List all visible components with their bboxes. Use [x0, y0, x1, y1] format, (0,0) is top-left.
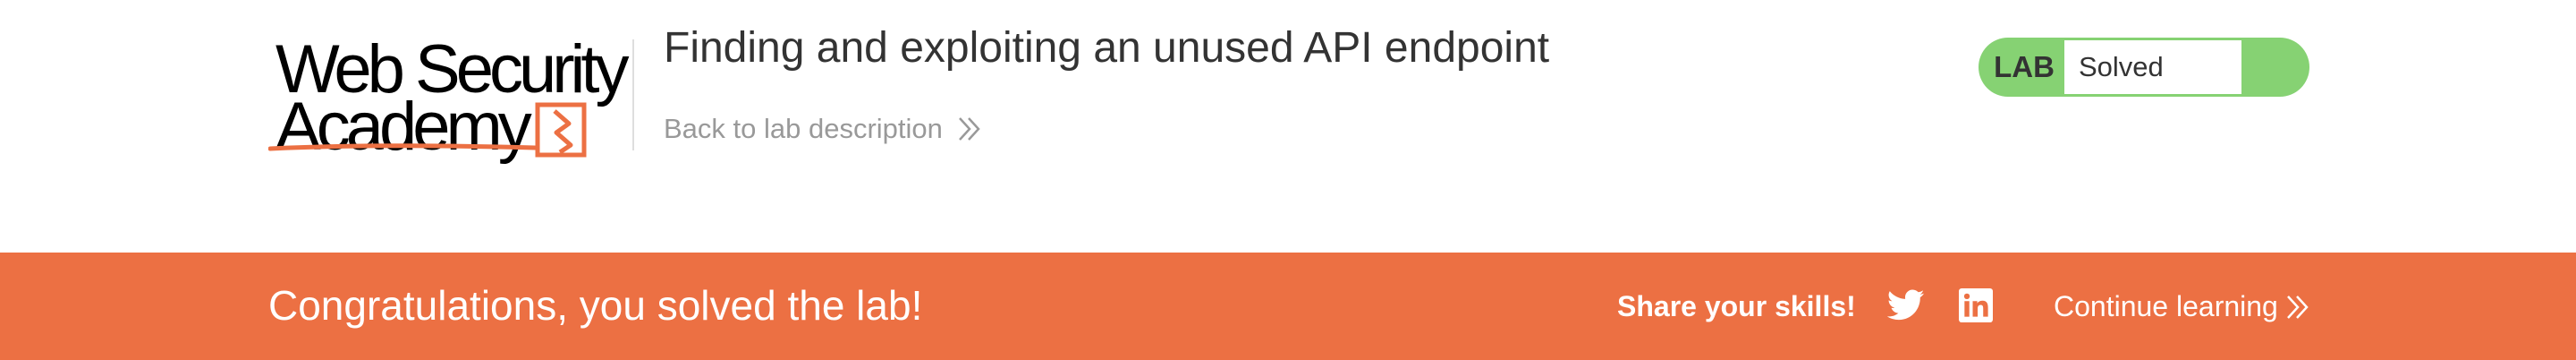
congratulations-message: Congratulations, you solved the lab!: [268, 282, 923, 329]
solved-banner: Congratulations, you solved the lab! Sha…: [0, 253, 2576, 360]
web-security-academy-logo[interactable]: Web Security Academy: [268, 36, 635, 170]
continue-learning-label: Continue learning: [2054, 290, 2278, 322]
logo-mark-icon: [535, 102, 587, 158]
linkedin-icon[interactable]: [1959, 288, 1993, 322]
chevron-right-double-icon: [2286, 295, 2309, 319]
chevron-right-double-icon: [958, 117, 980, 141]
lab-title: Finding and exploiting an unused API end…: [664, 24, 1550, 72]
back-to-lab-description-link[interactable]: Back to lab description: [664, 113, 982, 145]
share-skills-label: Share your skills!: [1617, 290, 1856, 322]
continue-learning-link[interactable]: Continue learning: [2054, 290, 2310, 323]
back-link-label: Back to lab description: [664, 113, 943, 144]
twitter-icon[interactable]: [1887, 288, 1925, 322]
logo-underline-icon: [268, 143, 537, 151]
page-header: Web Security Academy Finding and exploit…: [0, 0, 2576, 253]
header-divider: [632, 39, 634, 150]
lab-status-tag: LAB: [1994, 50, 2055, 83]
lab-status-value: Solved: [2064, 40, 2241, 94]
lab-status-badge: LAB Solved: [1979, 38, 2309, 97]
